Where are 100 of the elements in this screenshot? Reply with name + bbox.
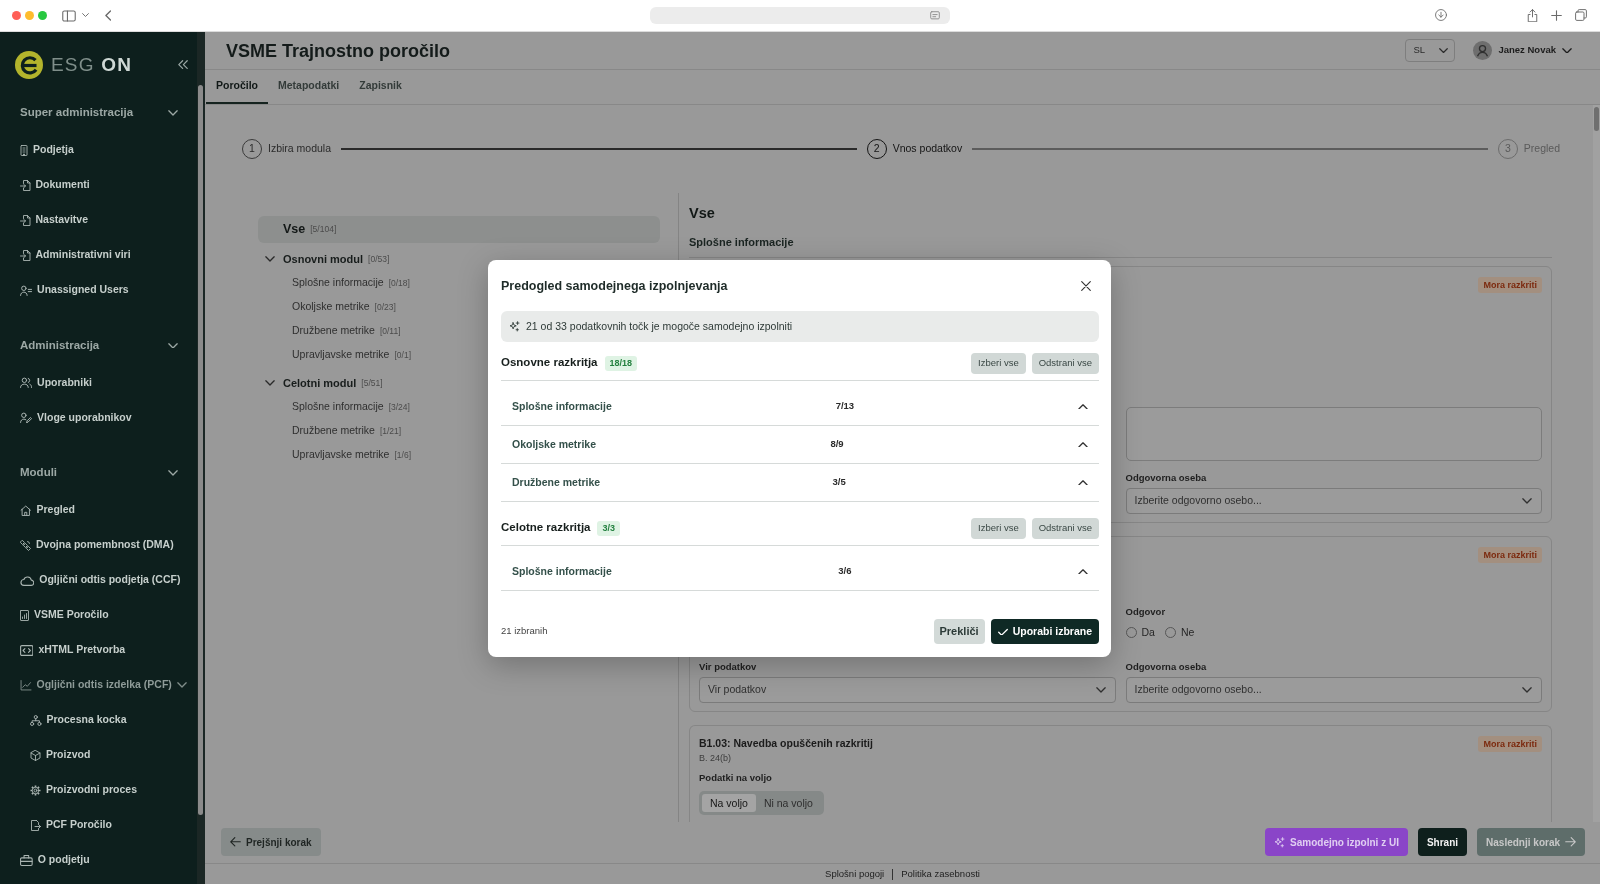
nav-item[interactable]: Administrativni viri: [0, 247, 131, 263]
close-icon: [1081, 280, 1091, 291]
nav-item[interactable]: Vloge uporabnikov: [0, 409, 132, 426]
caret-icon[interactable]: [82, 13, 89, 18]
nav-item[interactable]: Dokumenti: [0, 177, 90, 193]
share-icon[interactable]: [1527, 8, 1538, 23]
selection-count: 21 izbranih: [501, 624, 548, 639]
scrollbar-thumb[interactable]: [198, 85, 203, 815]
field-label: Podatki na voljo: [699, 771, 772, 784]
clear-all-button[interactable]: Odstrani vse: [1031, 517, 1099, 539]
tree-item[interactable]: Okoljske metrike [0/23]: [258, 300, 396, 314]
tree-item[interactable]: Splošne informacije [0/18]: [258, 276, 410, 290]
nav-item[interactable]: Proizvod: [0, 747, 91, 763]
nav-item[interactable]: Procesna kocka: [0, 712, 127, 728]
download-icon[interactable]: [1435, 9, 1447, 22]
nav-item[interactable]: Nastavitve: [0, 212, 89, 228]
briefcase-icon: [20, 854, 33, 866]
group-title: Celotne razkritja: [501, 520, 591, 536]
radio-label: Da: [1141, 625, 1155, 639]
segment-button[interactable]: Na voljo: [702, 794, 756, 812]
status-badge: Mora razkriti: [1478, 736, 1542, 752]
scrollbar-thumb[interactable]: [1594, 107, 1599, 131]
satellite-icon: [20, 539, 31, 551]
nav-item[interactable]: Uporabniki: [0, 374, 92, 391]
reference-text: B. 24(b): [699, 752, 731, 765]
tree-item[interactable]: Družbene metrike [1/21]: [258, 424, 402, 438]
caret-icon: [1095, 687, 1106, 693]
gear-icon: [30, 784, 41, 796]
field-label: Odgovorna oseba: [1125, 660, 1207, 673]
clear-all-button[interactable]: Odstrani vse: [1031, 352, 1099, 374]
document-arrow-icon: [20, 214, 31, 226]
footer-link[interactable]: Splošni pogoji: [825, 866, 885, 882]
bar-chart-document-icon: [20, 609, 29, 621]
code-icon: [20, 644, 34, 656]
nav-section-header[interactable]: Moduli: [0, 465, 197, 481]
nav-item[interactable]: Podjetja: [0, 142, 74, 158]
tree-item[interactable]: Vse [5/104]: [258, 216, 660, 243]
language-select[interactable]: SL: [1405, 39, 1456, 62]
nav-section-header[interactable]: Super administracija: [0, 105, 197, 121]
accordion-header[interactable]: Splošne informacije 3/6: [501, 553, 1099, 591]
chevron-up-icon: [1078, 568, 1088, 575]
select-all-button[interactable]: Izberi vse: [971, 517, 1026, 539]
select-all-button[interactable]: Izberi vse: [971, 352, 1026, 374]
accordion-header[interactable]: Splošne informacije 7/13: [501, 388, 1099, 426]
cancel-button[interactable]: Prekliči: [933, 619, 985, 644]
caret-icon: [1522, 498, 1532, 504]
chevron-up-icon: [1078, 403, 1088, 410]
nav-item[interactable]: O podjetju: [0, 852, 90, 868]
page-title: VSME Trajnostno poročilo: [226, 39, 450, 62]
select-field[interactable]: Izberite odgovorno osebo...: [1125, 677, 1542, 703]
tree-item[interactable]: Upravljavske metrike [1/6]: [258, 448, 411, 462]
caret-icon: [1522, 687, 1532, 693]
user-menu-button[interactable]: Janez Novak: [1473, 41, 1572, 60]
sidebar-icon[interactable]: [62, 9, 76, 22]
avatar-icon: [1473, 41, 1493, 60]
arrow-right-icon: [1565, 837, 1576, 847]
chevron-up-icon: [1078, 479, 1088, 486]
save-button[interactable]: Shrani: [1417, 828, 1468, 856]
sparkle-icon: [1274, 836, 1286, 848]
nav-item[interactable]: xHTML Pretvorba: [0, 642, 126, 658]
dialog-title: Predogled samodejnega izpolnjevanja: [501, 277, 728, 294]
nav-item[interactable]: Ogljični odtis podjetja (CCF): [0, 572, 181, 588]
select-field[interactable]: Vir podatkov: [699, 677, 1116, 703]
accordion-header[interactable]: Družbene metrike 3/5: [501, 464, 1099, 502]
check-icon: [997, 627, 1008, 636]
tab[interactable]: Poročilo: [206, 70, 268, 104]
back-icon[interactable]: [105, 10, 112, 21]
nav-item[interactable]: Unassigned Users: [0, 282, 129, 298]
cube-icon: [30, 749, 41, 761]
question-title: B1.03: Navedba opuščenih razkritij: [699, 736, 873, 751]
footer-link[interactable]: Politika zasebnosti: [901, 866, 980, 882]
segment-button[interactable]: Ni na voljo: [755, 794, 821, 812]
nav-item[interactable]: Proizvodni proces: [0, 782, 138, 798]
back-button[interactable]: Prejšnji korak: [221, 828, 321, 856]
plus-icon[interactable]: [1551, 10, 1562, 21]
select-field[interactable]: Izberite odgovorno osebo...: [1125, 488, 1542, 514]
tabs-icon[interactable]: [1575, 9, 1587, 22]
tree-item[interactable]: Celotni modul [5/51]: [258, 376, 383, 390]
tree-item[interactable]: Upravljavske metrike [0/1]: [258, 348, 411, 362]
apply-button[interactable]: Uporabi izbrane: [990, 619, 1099, 644]
close-button[interactable]: [1081, 280, 1091, 291]
collapse-sidebar-button[interactable]: [178, 59, 188, 70]
nav-section-header[interactable]: Administracija: [0, 337, 197, 354]
status-badge: Mora razkriti: [1478, 547, 1542, 563]
tab[interactable]: Zapisnik: [349, 70, 412, 104]
tree-item[interactable]: Splošne informacije [3/24]: [258, 400, 410, 414]
nav-item[interactable]: Ogljični odtis izdelka (PCF): [0, 677, 187, 693]
accordion-header[interactable]: Okoljske metrike 8/9: [501, 426, 1099, 464]
sparkle-icon: [509, 321, 520, 332]
autofill-button[interactable]: Samodejno izpolni z UI: [1265, 828, 1408, 856]
nav-item[interactable]: PCF Poročilo: [0, 817, 112, 833]
nav-item[interactable]: Pregled: [0, 502, 76, 518]
nav-item[interactable]: Dvojna pomembnost (DMA): [0, 537, 174, 553]
nav-item[interactable]: VSME Poročilo: [0, 607, 109, 623]
step-label: Vnos podatkov: [892, 141, 963, 157]
tab[interactable]: Metapodatki: [268, 70, 350, 104]
field-label: Odgovor: [1125, 605, 1166, 618]
chevron-up-icon: [1078, 441, 1088, 448]
tree-item[interactable]: Družbene metrike [0/11]: [258, 324, 401, 338]
tree-item[interactable]: Osnovni modul [0/53]: [258, 252, 390, 266]
